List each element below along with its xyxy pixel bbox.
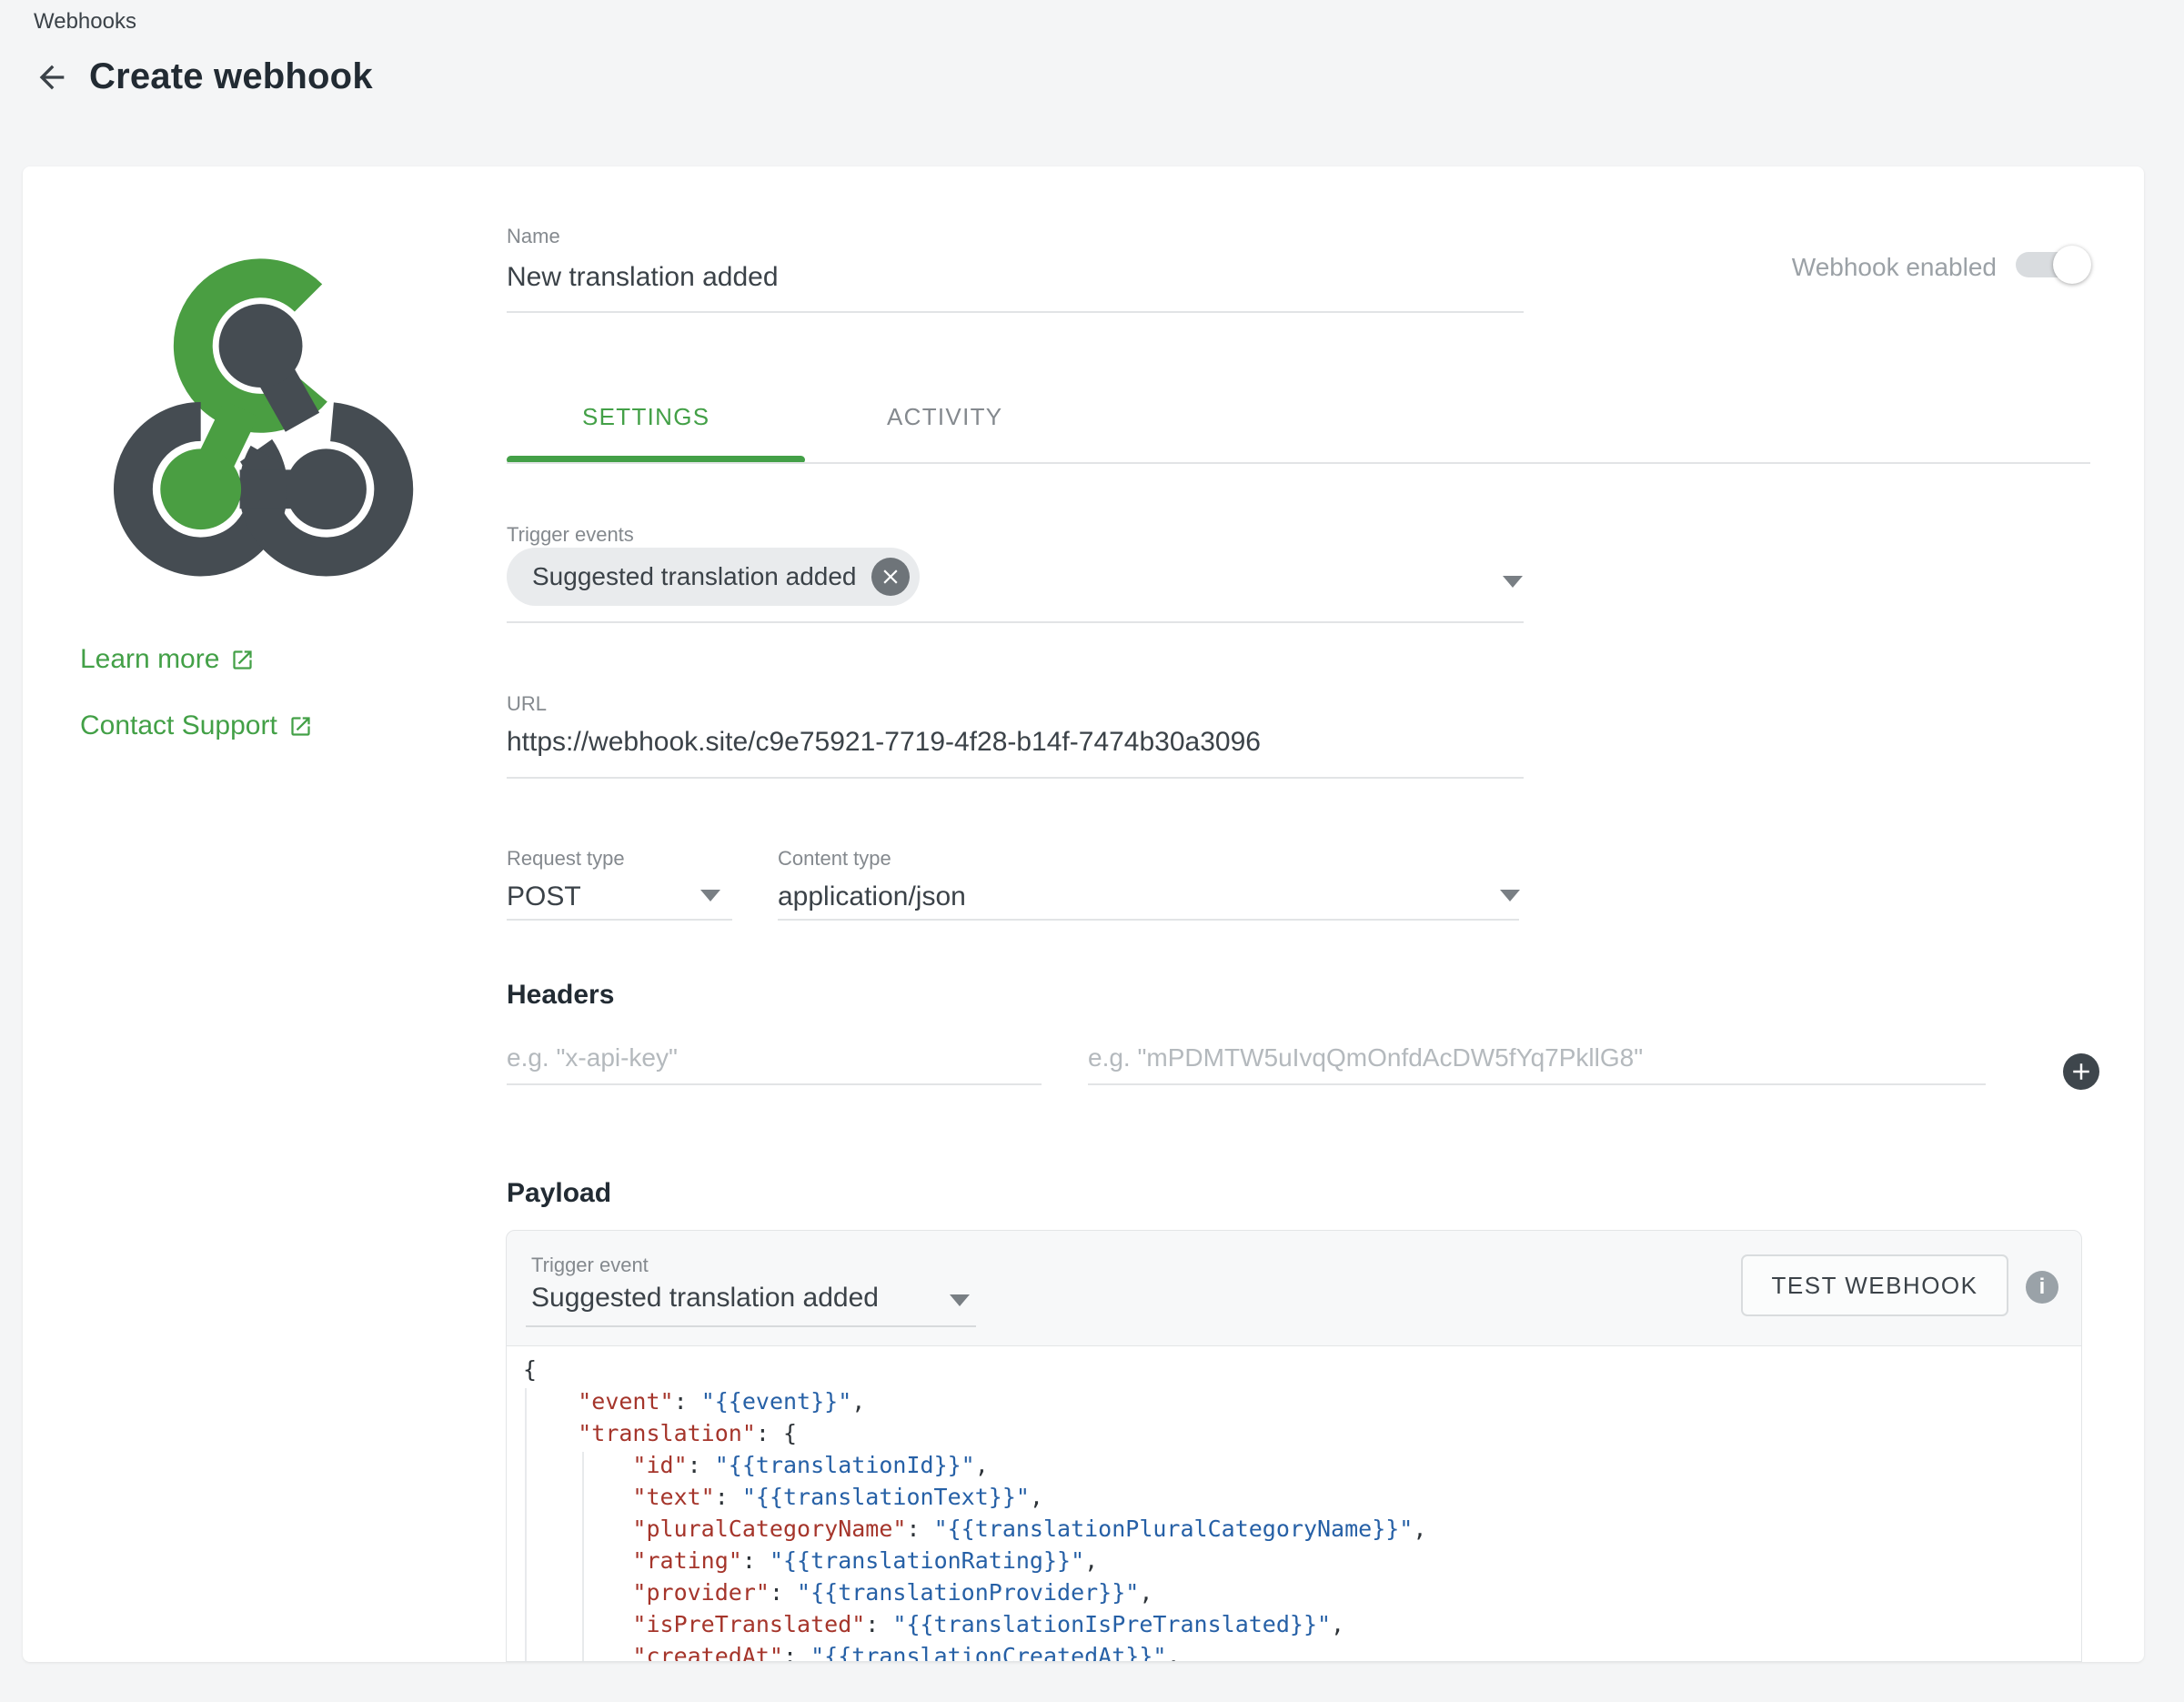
chevron-down-icon[interactable] <box>1500 890 1520 901</box>
content-type-select[interactable]: application/json <box>778 881 966 912</box>
back-button[interactable] <box>33 58 71 96</box>
payload-code-editor[interactable]: { "event": "{{event}}", "translation": {… <box>507 1345 2081 1661</box>
add-icon <box>2068 1058 2095 1085</box>
chip-label: Suggested translation added <box>532 562 857 591</box>
trigger-events-underline <box>507 621 1524 623</box>
request-type-underline <box>507 919 732 921</box>
header-key-input[interactable] <box>507 1032 1042 1085</box>
payload-section-title: Payload <box>507 1178 611 1209</box>
name-input[interactable]: New translation added <box>507 262 779 293</box>
url-underline <box>507 777 1524 779</box>
chevron-down-icon[interactable] <box>950 1294 970 1306</box>
external-link-icon <box>288 714 313 739</box>
learn-more-label: Learn more <box>80 644 219 675</box>
content-type-label: Content type <box>778 847 891 871</box>
add-header-button[interactable] <box>2063 1053 2099 1090</box>
breadcrumb[interactable]: Webhooks <box>34 9 136 35</box>
url-input[interactable]: https://webhook.site/c9e75921-7719-4f28-… <box>507 727 1261 758</box>
info-icon[interactable]: i <box>2026 1271 2058 1304</box>
page-title: Create webhook <box>89 56 373 97</box>
headers-section-title: Headers <box>507 980 614 1011</box>
tab-activity[interactable]: ACTIVITY <box>887 403 1002 439</box>
tabs-divider <box>507 462 2090 464</box>
payload-panel: Trigger event Suggested translation adde… <box>506 1230 2082 1662</box>
chevron-down-icon[interactable] <box>1503 576 1523 588</box>
chip-remove-button[interactable] <box>871 558 910 596</box>
webhook-form-card: Learn more Contact Support Name New tran… <box>23 166 2144 1662</box>
payload-trigger-event-select[interactable]: Suggested translation added <box>531 1283 879 1314</box>
header-value-input[interactable] <box>1088 1032 1986 1085</box>
trigger-events-label: Trigger events <box>507 523 634 547</box>
close-icon <box>879 565 902 589</box>
webhook-enabled-label: Webhook enabled <box>1569 253 1997 282</box>
request-type-select[interactable]: POST <box>507 881 581 912</box>
contact-support-link[interactable]: Contact Support <box>80 710 313 741</box>
external-link-icon <box>230 648 255 672</box>
chevron-down-icon[interactable] <box>700 890 720 901</box>
name-underline <box>507 311 1524 313</box>
payload-trigger-event-underline <box>526 1325 976 1327</box>
learn-more-link[interactable]: Learn more <box>80 644 255 675</box>
webhook-logo <box>77 233 441 589</box>
trigger-event-chip[interactable]: Suggested translation added <box>507 548 920 606</box>
title-bar: Create webhook <box>33 56 373 97</box>
tab-settings[interactable]: SETTINGS <box>582 403 710 439</box>
toggle-knob <box>2053 246 2091 284</box>
webhook-enabled-toggle[interactable] <box>2016 252 2088 277</box>
url-field-label: URL <box>507 692 547 716</box>
payload-trigger-event-label: Trigger event <box>531 1254 649 1277</box>
back-arrow-icon <box>34 59 70 96</box>
request-type-label: Request type <box>507 847 625 871</box>
name-field-label: Name <box>507 225 560 248</box>
test-webhook-button[interactable]: TEST WEBHOOK <box>1741 1254 2008 1316</box>
payload-code[interactable]: { "event": "{{event}}", "translation": {… <box>523 1354 1426 1661</box>
content-type-underline <box>778 919 1519 921</box>
contact-support-label: Contact Support <box>80 710 277 741</box>
